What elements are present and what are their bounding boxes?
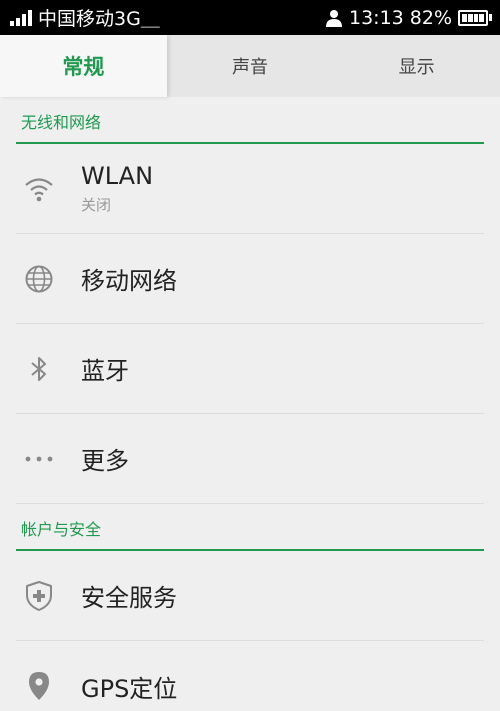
carrier-name: 中国移动3G＿ — [38, 8, 160, 30]
settings-item-wlan[interactable]: WLAN 关闭 — [16, 144, 484, 234]
settings-item-security-service[interactable]: 安全服务 — [16, 551, 484, 641]
settings-item-bluetooth[interactable]: 蓝牙 — [16, 324, 484, 414]
user-icon — [326, 9, 342, 27]
battery-icon — [458, 9, 492, 26]
settings-item-more[interactable]: 更多 — [16, 414, 484, 504]
signal-icon — [10, 9, 32, 26]
location-pin-icon — [29, 672, 49, 700]
settings-tabs: 常规 声音 显示 — [0, 35, 500, 97]
tab-general[interactable]: 常规 — [0, 35, 167, 97]
settings-item-gps[interactable]: GPS定位 — [16, 641, 484, 711]
settings-item-label: WLAN — [81, 162, 154, 190]
tab-display[interactable]: 显示 — [333, 35, 500, 97]
globe-icon — [25, 265, 53, 292]
settings-item-label: 移动网络 — [81, 267, 177, 295]
wifi-icon — [25, 177, 53, 201]
more-icon — [25, 456, 53, 461]
section-header-account-security: 帐户与安全 — [16, 504, 484, 551]
settings-item-label: GPS定位 — [81, 674, 178, 703]
battery-percent: 82% — [409, 6, 452, 29]
settings-item-label: 蓝牙 — [81, 357, 129, 385]
settings-item-label: 安全服务 — [81, 584, 177, 612]
tab-sound[interactable]: 声音 — [167, 35, 334, 97]
settings-list: 无线和网络 WLAN 关闭 移动网络 蓝牙 更多 帐户与安全 安全服务 GPS定… — [0, 97, 500, 711]
status-bar: 中国移动3G＿ 13:13 82% — [0, 0, 500, 35]
bluetooth-icon — [31, 356, 46, 381]
settings-item-mobile-network[interactable]: 移动网络 — [16, 234, 484, 324]
section-header-wireless: 无线和网络 — [16, 97, 484, 144]
settings-item-label: 更多 — [81, 447, 129, 475]
clock: 13:13 — [349, 6, 404, 29]
settings-item-status: 关闭 — [81, 196, 112, 214]
shield-icon — [26, 580, 52, 611]
